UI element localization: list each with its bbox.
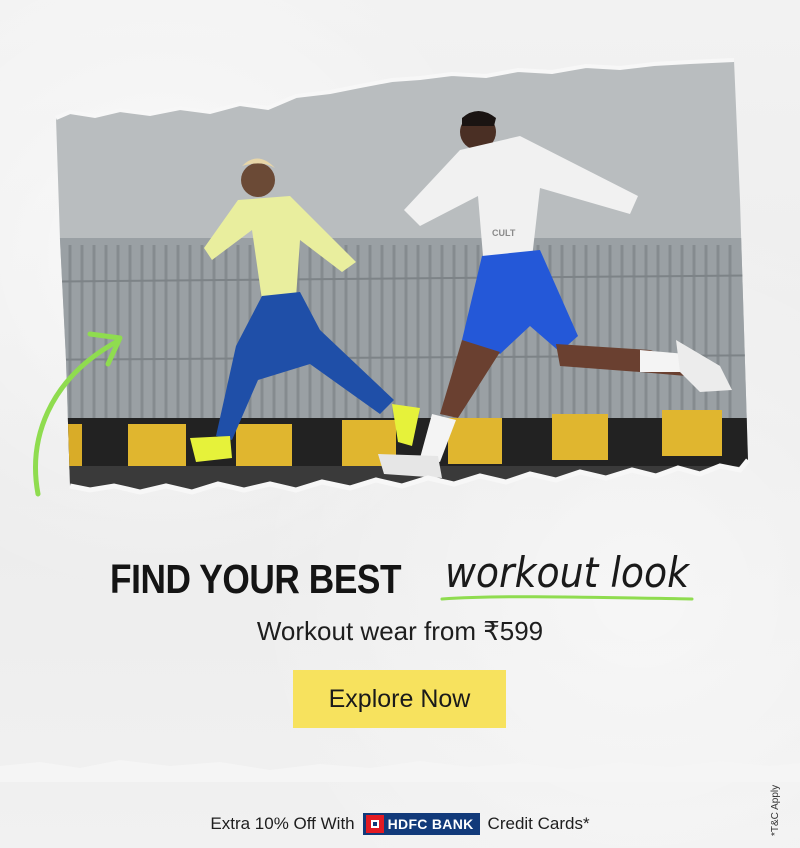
- subheading: Workout wear from ₹599: [256, 616, 544, 646]
- torn-divider: [0, 760, 800, 782]
- bank-mark-icon: [365, 815, 384, 833]
- bank-name: HDFC BANK: [387, 816, 474, 832]
- headline-underline: [440, 595, 694, 601]
- explore-now-button[interactable]: Explore Now: [293, 670, 506, 728]
- bank-offer: Extra 10% Off With HDFC BANK Credit Card…: [0, 810, 800, 838]
- headline: FIND YOUR BEST workout look: [0, 548, 800, 612]
- photo-badge-text: CULT: [492, 228, 516, 238]
- offer-suffix: Credit Cards*: [487, 814, 590, 833]
- headline-script: workout look: [445, 548, 690, 597]
- green-arrow-icon: [33, 331, 123, 497]
- headline-bold: FIND YOUR BEST: [110, 556, 402, 602]
- terms-note: *T&C Apply: [770, 784, 781, 836]
- hdfc-bank-logo: HDFC BANK: [362, 813, 480, 835]
- offer-prefix: Extra 10% Off With: [210, 814, 355, 833]
